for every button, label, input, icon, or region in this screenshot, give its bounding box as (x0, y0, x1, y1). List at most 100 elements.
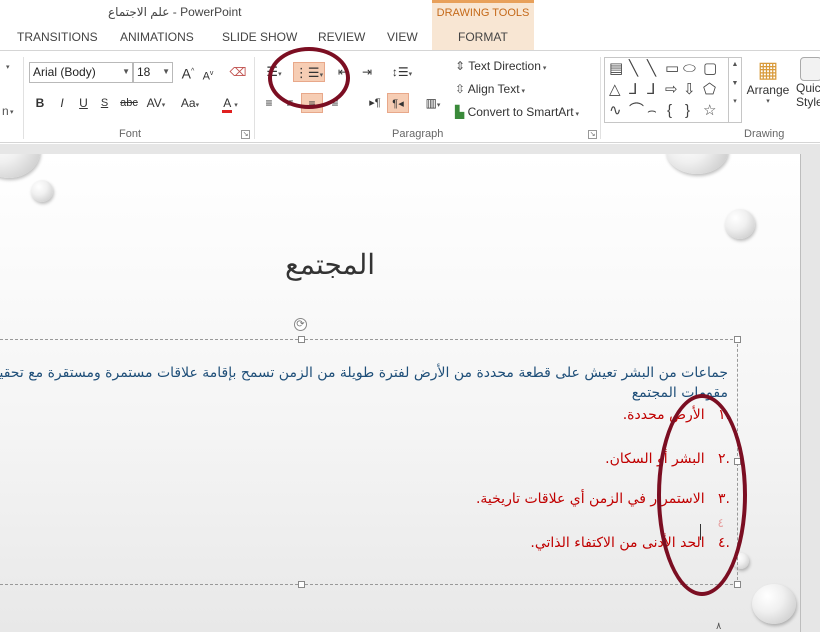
bullets-button[interactable]: ☰▾ (260, 62, 288, 82)
line-spacing-button[interactable]: ↕☰▾ (388, 62, 416, 82)
list-number: .٢ (718, 451, 730, 467)
list-item[interactable]: .١ الأرض محددة. (623, 407, 730, 423)
font-dialog-launcher-icon[interactable]: ↘ (241, 130, 250, 139)
curve-shape-icon[interactable]: ∿ (609, 103, 622, 118)
character-spacing-button[interactable]: AV▾ (143, 93, 169, 113)
align-left-icon: ≡ (265, 96, 273, 110)
tab-review[interactable]: REVIEW (318, 30, 365, 44)
underline-button[interactable]: U (77, 93, 90, 113)
gallery-more-icon[interactable]: ▾ (729, 97, 741, 105)
definition-line-1: جماعات من البشر تعيش على قطعة محددة من ا… (0, 365, 728, 381)
chevron-down-icon[interactable]: ▼ (162, 67, 170, 76)
tab-animations[interactable]: ANIMATIONS (120, 30, 194, 44)
columns-button[interactable]: ▥▾ (419, 93, 447, 113)
increase-indent-button[interactable]: ⇥ (357, 62, 377, 82)
shadow-button[interactable]: S (98, 93, 111, 113)
rotate-handle-icon[interactable]: ⟳ (294, 318, 307, 331)
decrease-indent-button[interactable]: ⇤ (333, 62, 353, 82)
font-group-label: Font (119, 128, 142, 140)
align-text-button[interactable]: ⇳ Align Text ▾ (455, 82, 525, 96)
elbow-connector-icon[interactable]: ⅃ (629, 82, 637, 97)
dropdown-arrow-icon[interactable]: ▾ (6, 63, 10, 71)
shrink-font-button[interactable]: Av (200, 64, 216, 84)
align-center-button[interactable]: ≡ (281, 93, 299, 113)
resize-handle[interactable] (298, 336, 305, 343)
font-color-button[interactable]: A ▾ (215, 93, 245, 113)
clear-formatting-button[interactable]: ⌫ (228, 62, 248, 82)
elbow-arrow-icon[interactable]: ⅃ (647, 82, 655, 97)
rounded-rectangle-shape-icon[interactable]: ▢ (703, 61, 717, 76)
slide-title[interactable]: المجتمع (230, 248, 430, 281)
star-shape-icon[interactable]: ☆ (703, 103, 716, 118)
group-separator (600, 57, 601, 139)
bold-button[interactable]: B (33, 93, 47, 113)
tab-slide-show[interactable]: SLIDE SHOW (222, 30, 297, 44)
scroll-up-icon[interactable]: ▲ (729, 61, 741, 68)
pentagon-shape-icon[interactable]: ⬠ (703, 82, 716, 97)
justify-button[interactable]: ≡ (326, 93, 344, 113)
list-item[interactable]: .٢ البشر أو السكان. (605, 451, 730, 467)
strikethrough-button[interactable]: abc (119, 93, 139, 113)
arrange-button[interactable]: ▦ Arrange ▾ (746, 57, 790, 105)
brace-right-icon[interactable]: } (685, 103, 690, 118)
font-size-value: 18 (137, 65, 151, 79)
tab-format[interactable]: FORMAT (458, 30, 508, 44)
resize-handle[interactable] (734, 336, 741, 343)
list-item[interactable]: .٤ الحد الأدنى من الاكتفاء الذاتي. (530, 535, 730, 551)
right-to-left-button[interactable]: ¶◂ (387, 93, 409, 113)
line-shape-icon[interactable]: ╲ (629, 61, 638, 76)
font-name-combo[interactable]: Arial (Body) ▼ (29, 62, 133, 83)
left-to-right-button[interactable]: ▸¶ (366, 93, 384, 113)
wave-shape-icon[interactable]: ⌢ (647, 103, 657, 118)
scroll-down-icon[interactable]: ▼ (729, 80, 741, 87)
character-spacing-icon: AV (146, 96, 162, 110)
smartart-icon: ▙ (455, 105, 465, 119)
align-right-button[interactable]: ≡ (301, 93, 323, 113)
shapes-gallery[interactable]: ▤ ╲ ╲ ▭ ⬭ ▢ △ ⅃ ⅃ ⇨ ⇩ ⬠ ∿ ⌒ ⌢ { } ☆ ▲ ▼ … (604, 57, 742, 123)
slide-canvas[interactable]: المجتمع ⟳ جماعات من البشر تعيش على قطعة … (0, 154, 801, 632)
change-case-button[interactable]: Aa▾ (175, 93, 205, 113)
text-box-shape-icon[interactable]: ▤ (609, 61, 623, 76)
title-bar: علم الاجتماع - PowerPoint (0, 0, 820, 26)
chevron-down-icon[interactable]: ▼ (122, 67, 130, 76)
numbering-icon: ⋮☰ (294, 65, 320, 80)
arrow-shape-icon[interactable]: ╲ (647, 61, 656, 76)
quick-styles-button[interactable]: Quick Styles (796, 57, 820, 109)
definition-text[interactable]: جماعات من البشر تعيش على قطعة محددة من ا… (0, 363, 728, 403)
font-size-combo[interactable]: 18 ▼ (133, 62, 173, 83)
convert-smartart-button[interactable]: ▙ Convert to SmartArt ▾ (455, 105, 579, 119)
chevron-down-icon: ▾ (766, 98, 770, 105)
definition-line-2: مقومات المجتمع (631, 385, 728, 401)
resize-handle[interactable] (734, 581, 741, 588)
grow-font-button[interactable]: A^ (179, 62, 197, 82)
brace-left-icon[interactable]: { (667, 103, 672, 118)
rectangle-shape-icon[interactable]: ▭ (665, 61, 679, 76)
tab-transitions[interactable]: TRANSITIONS (17, 30, 98, 44)
arc-shape-icon[interactable]: ⌒ (629, 103, 644, 118)
resize-handle[interactable] (734, 458, 741, 465)
text-direction-button[interactable]: ⇕ Text Direction ▾ (455, 59, 546, 73)
resize-handle[interactable] (298, 581, 305, 588)
cut-off-label: n (2, 104, 9, 118)
ltr-icon: ▸¶ (369, 97, 381, 109)
paragraph-dialog-launcher-icon[interactable]: ↘ (588, 130, 597, 139)
right-arrow-shape-icon[interactable]: ⇨ (665, 82, 678, 97)
italic-button[interactable]: I (56, 93, 68, 113)
align-center-icon: ≡ (286, 96, 294, 110)
align-right-icon: ≡ (308, 97, 316, 111)
water-drop-decoration (0, 154, 40, 178)
triangle-shape-icon[interactable]: △ (609, 82, 621, 97)
down-arrow-shape-icon[interactable]: ⇩ (683, 82, 696, 97)
water-drop-decoration (666, 154, 728, 174)
dropdown-arrow-icon[interactable]: ▾ (10, 108, 14, 116)
oval-shape-icon[interactable]: ⬭ (683, 61, 696, 76)
numbering-button[interactable]: ⋮☰▾ (293, 62, 325, 82)
arrange-label: Arrange (746, 83, 790, 97)
arrange-icon: ▦ (757, 57, 779, 82)
align-left-button[interactable]: ≡ (260, 93, 278, 113)
list-item[interactable]: .٣ الاستمرار في الزمن أي علاقات تاريخية. (476, 491, 730, 507)
tab-view[interactable]: VIEW (387, 30, 418, 44)
group-separator (254, 57, 255, 139)
gallery-scrollbar[interactable]: ▲ ▼ ▾ (728, 58, 741, 122)
drawing-group-label: Drawing (744, 128, 785, 140)
